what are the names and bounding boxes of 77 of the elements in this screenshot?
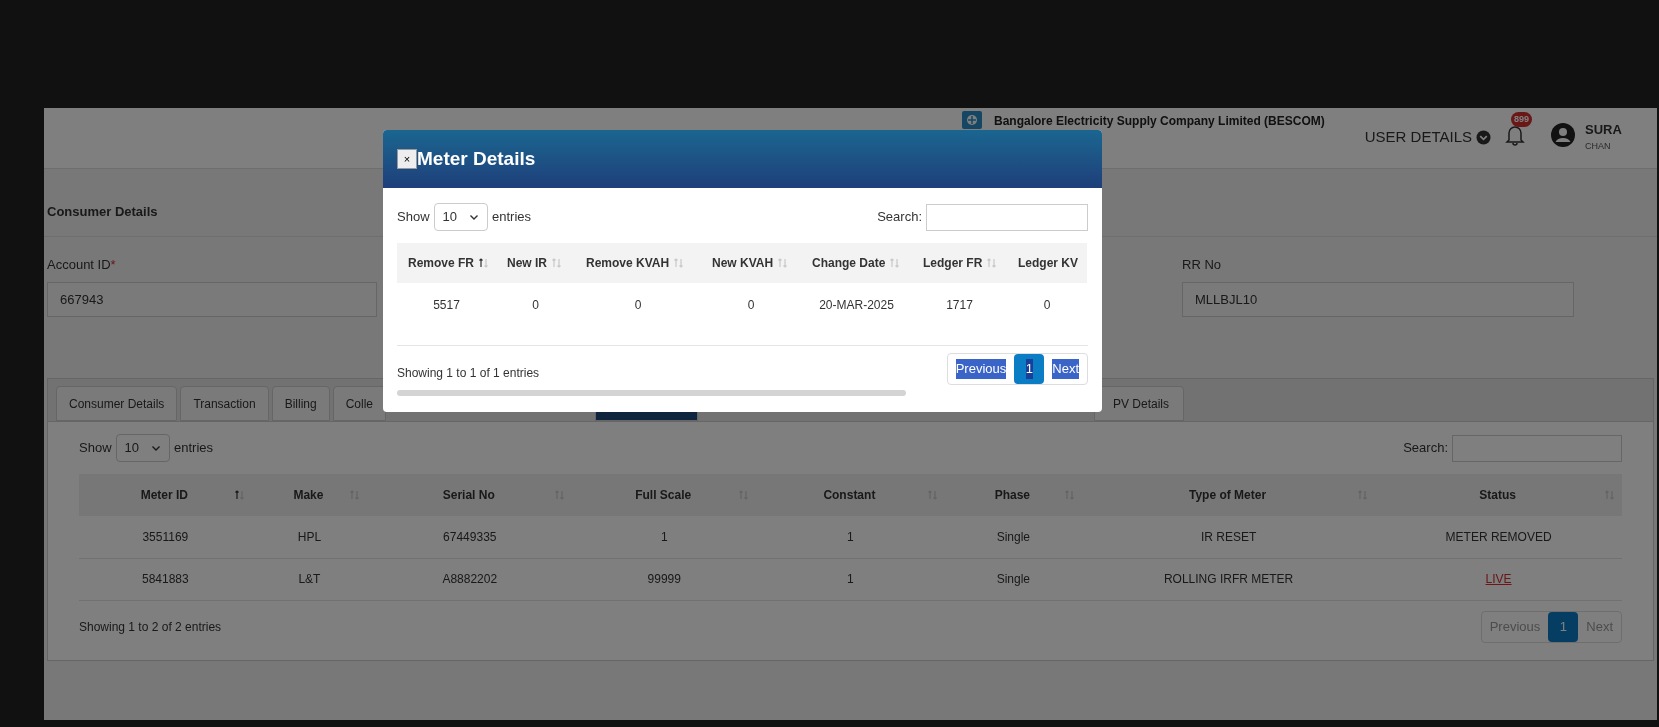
field-label: Account ID*: [47, 255, 116, 274]
tab[interactable]: PV Details: [1094, 386, 1185, 421]
entries-label: entries: [174, 439, 214, 458]
show-label: Show: [79, 439, 112, 458]
close-button[interactable]: ×: [397, 149, 417, 169]
tab[interactable]: Billing: [271, 386, 330, 421]
table-cell: 67449335: [367, 516, 573, 558]
column-header[interactable]: Constant: [756, 474, 945, 516]
table-cell: ROLLING IRFR METER: [1082, 558, 1376, 600]
table-info: Showing 1 to 1 of 1 entries: [397, 365, 541, 382]
company-logo-icon: [962, 111, 982, 129]
search-field[interactable]: [1452, 434, 1622, 462]
table-cell: 0: [496, 283, 575, 327]
table-cell: 5517: [397, 283, 496, 327]
table-cell: 0: [1007, 283, 1087, 327]
page-length-select[interactable]: 10: [433, 203, 488, 231]
column-header[interactable]: New KVAH: [701, 243, 801, 283]
next-button[interactable]: Next: [1044, 354, 1087, 384]
column-header[interactable]: Ledger FR: [912, 243, 1007, 283]
search-field[interactable]: [926, 203, 1088, 231]
table-cell: 1: [572, 516, 756, 558]
tab[interactable]: Consumer Details: [56, 386, 178, 421]
user-avatar-icon: [1551, 123, 1575, 147]
column-header[interactable]: Full Scale: [572, 474, 756, 516]
horizontal-scrollbar[interactable]: [397, 390, 906, 396]
column-header[interactable]: Make: [251, 474, 368, 516]
table-cell: 1717: [912, 283, 1007, 327]
chevron-down-icon: [151, 443, 161, 453]
column-header[interactable]: Phase: [944, 474, 1082, 516]
field-label: RR No: [1182, 255, 1221, 274]
table-cell: HPL: [251, 516, 368, 558]
user-name: SURA: [1585, 121, 1622, 139]
table-cell: Single: [944, 516, 1082, 558]
column-header[interactable]: Meter ID: [79, 474, 252, 516]
table-cell: Single: [944, 558, 1082, 600]
status-link[interactable]: LIVE: [1485, 572, 1512, 586]
column-header[interactable]: Remove FR: [397, 243, 496, 283]
table-cell: L&T: [251, 558, 368, 600]
column-header[interactable]: Serial No: [367, 474, 573, 516]
company-name: Bangalore Electricity Supply Company Limited (BESCOM): [994, 113, 1325, 130]
table-cell: 1: [756, 516, 945, 558]
table-cell: 0: [701, 283, 801, 327]
table-cell: A8882202: [367, 558, 573, 600]
dialog-title: Meter Details: [417, 146, 536, 171]
table-cell: 99999: [572, 558, 756, 600]
notification-badge: 899: [1511, 112, 1532, 127]
chevron-down-icon: [1476, 129, 1491, 145]
tab[interactable]: Transaction: [180, 386, 269, 421]
text-input[interactable]: MLLBJL10: [1182, 282, 1574, 317]
page-number-button[interactable]: 1: [1548, 611, 1579, 642]
entries-label: entries: [492, 208, 532, 227]
table-cell: METER REMOVED: [1445, 529, 1552, 544]
text-input[interactable]: 667943: [47, 282, 377, 317]
bell-icon: [1505, 124, 1525, 146]
table-cell: 3551169: [79, 516, 252, 558]
notifications-button[interactable]: [1505, 124, 1525, 146]
table-info: Showing 1 to 2 of 2 entries: [79, 618, 222, 636]
page-number-button[interactable]: 1: [1014, 354, 1045, 384]
table-cell: 0: [575, 283, 701, 327]
column-header[interactable]: New IR: [496, 243, 575, 283]
column-header[interactable]: Type of Meter: [1082, 474, 1376, 516]
table-cell: 20-MAR-2025: [801, 283, 912, 327]
table-cell: 1: [756, 558, 945, 600]
table-cell: 5841883: [79, 558, 252, 600]
chevron-down-icon: [469, 212, 479, 222]
column-header[interactable]: Ledger KV: [1007, 243, 1087, 283]
search-label: Search:: [1403, 439, 1448, 458]
column-header[interactable]: Change Date: [801, 243, 912, 283]
tab[interactable]: Colle: [332, 386, 386, 421]
show-label: Show: [397, 208, 430, 227]
search-label: Search:: [877, 208, 922, 227]
column-header[interactable]: Remove KVAH: [575, 243, 701, 283]
page-length-select[interactable]: 10: [115, 434, 170, 462]
user-details-menu[interactable]: USER DETAILS: [1364, 126, 1491, 149]
column-header[interactable]: Status: [1375, 474, 1622, 516]
table-cell: IR RESET: [1082, 516, 1376, 558]
user-role: CHAN: [1585, 139, 1612, 153]
